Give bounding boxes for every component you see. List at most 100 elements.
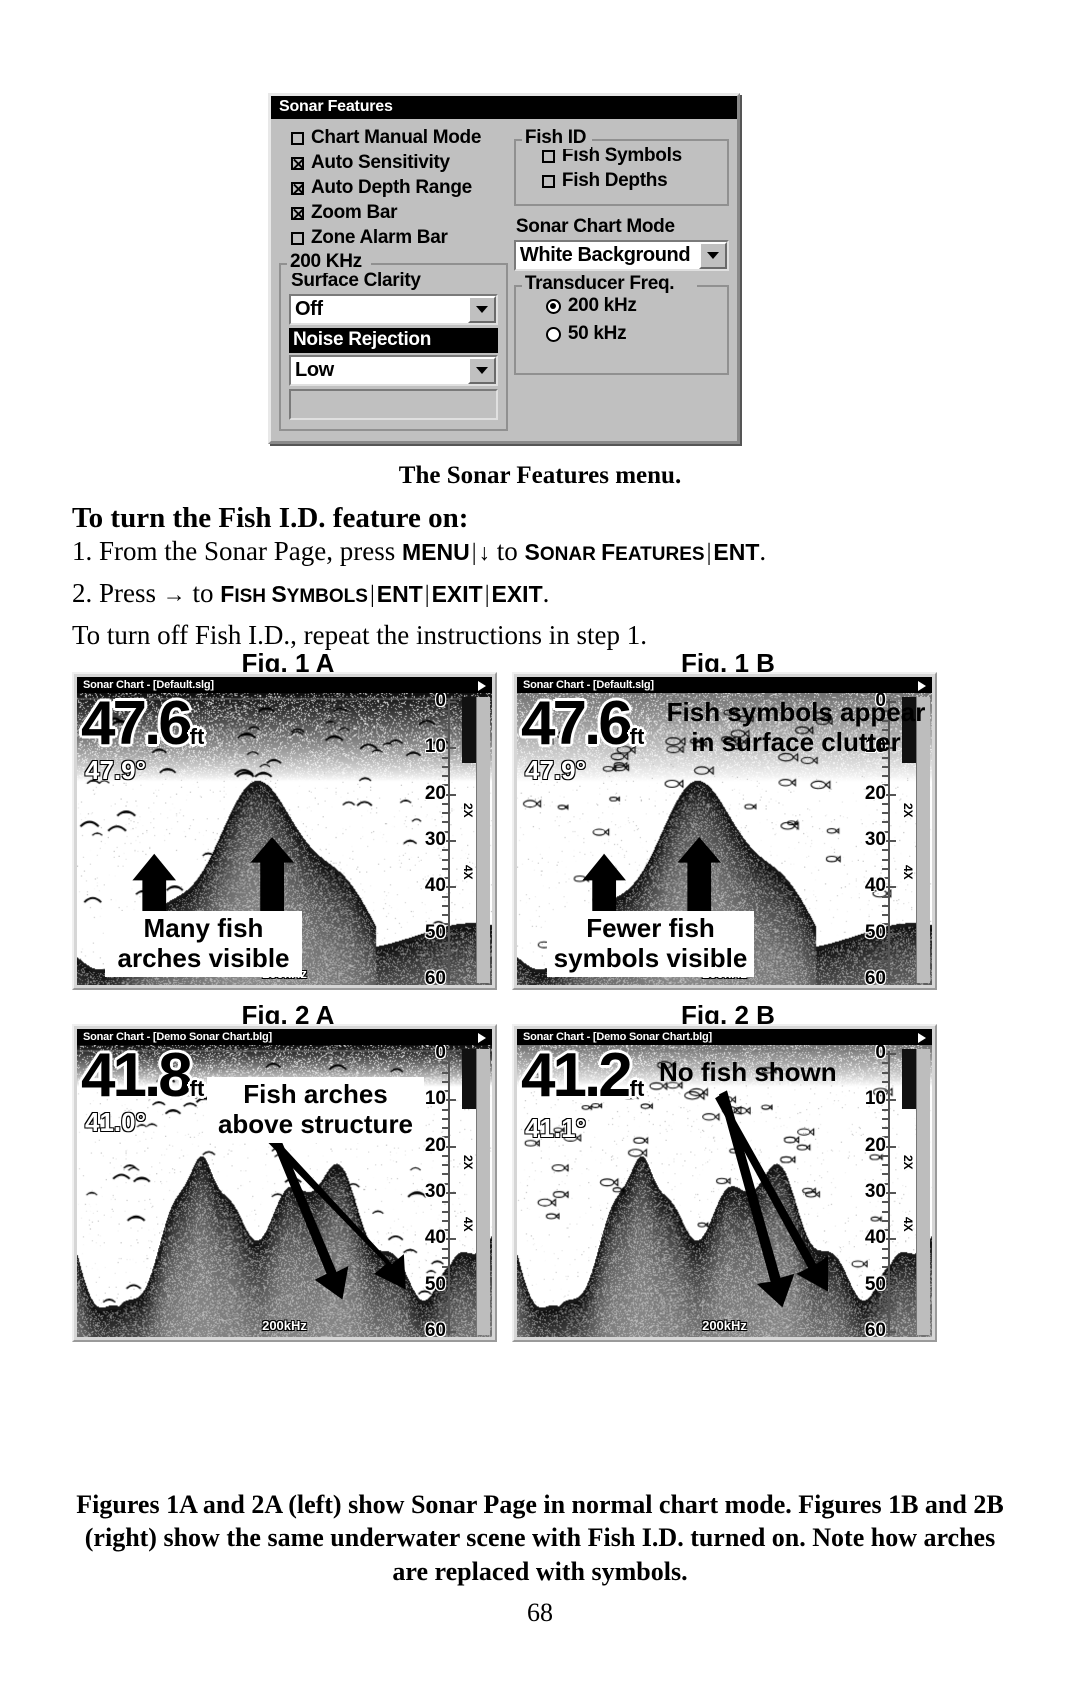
zoom-bar-dark (462, 1049, 476, 1109)
radio-label: 200 kHz (567, 295, 637, 316)
key-exit: EXIT (491, 581, 543, 607)
menu-fish-symbols: FISH SYMBOLS (220, 581, 368, 607)
surface-clarity-label: Surface Clarity (291, 270, 421, 291)
chevron-down-icon[interactable] (467, 296, 496, 323)
sonar-title-text: Sonar Chart - [Default.slg] (523, 679, 654, 691)
empty-field (289, 389, 498, 420)
checkbox-icon (541, 149, 555, 163)
sonar-titlebar: Sonar Chart - [Default.slg] (517, 677, 932, 693)
callout-line-2: arches visible (117, 942, 290, 973)
surface-clarity-dropdown[interactable]: Off (289, 294, 498, 325)
zoom-label-4x: 4X (461, 1217, 475, 1232)
frequency-readout: 200kHz (262, 1318, 307, 1333)
zoom-label-2x: 2X (461, 1155, 475, 1170)
surface-clarity-value: Off (295, 298, 323, 320)
zoom-bar-grey (476, 697, 490, 983)
sonar-display-1a: Sonar Chart - [Default.slg] 47.6ft 47.9°… (72, 672, 497, 990)
checkbox-zone-alarm-bar[interactable]: Zone Alarm Bar (291, 227, 508, 249)
checkbox-icon (291, 131, 304, 145)
chevron-down-icon[interactable] (699, 242, 727, 269)
separator: | (424, 582, 430, 608)
play-arrow-icon (918, 1033, 926, 1043)
checkbox-checked-icon (291, 156, 304, 170)
temperature-readout: 41.0° (85, 1107, 147, 1137)
chevron-down-icon[interactable] (467, 357, 496, 384)
separator: | (369, 582, 375, 608)
checkbox-label: Auto Depth Range (311, 177, 472, 198)
checkbox-auto-sensitivity[interactable]: Auto Sensitivity (291, 152, 508, 174)
callout-box-2a: Fish arches above structure (207, 1077, 424, 1143)
checkbox-auto-depth-range[interactable]: Auto Depth Range (291, 177, 508, 199)
callout-box-1a: Many fish arches visible (105, 911, 302, 977)
sonar-display-2b: Sonar Chart - [Demo Sonar Chart.blg] 41.… (512, 1024, 937, 1342)
zoom-bar-dark (902, 1049, 916, 1109)
callout-line-1: No fish shown (659, 1057, 837, 1087)
group-fish-id: Fish ID Fish Symbols Fish Depths (513, 127, 729, 206)
callout-line-2: above structure (217, 1108, 414, 1139)
instruction-step-1: 1. From the Sonar Page, press MENU|↓ to … (72, 536, 766, 567)
depth-readout: 41.8ft (81, 1045, 205, 1110)
group-transducer-freq: Transducer Freq. 200 kHz 50 kHz (513, 273, 729, 375)
checkbox-label: Zoom Bar (311, 202, 398, 223)
key-menu: MENU (401, 539, 470, 565)
radio-200-khz[interactable]: 200 kHz (545, 295, 719, 317)
zoom-bar-column: 2X 4X (460, 1045, 490, 1337)
temperature-readout: 47.9° (525, 755, 587, 785)
checkbox-checked-icon (291, 181, 304, 195)
step1-prefix: 1. From the Sonar Page, press (72, 536, 402, 566)
radio-50-khz[interactable]: 50 kHz (545, 323, 719, 345)
sonar-screen: 47.6ft 47.9° 200kHz 0102030405060 2X 4X … (77, 693, 492, 985)
sonar-chart-mode-label: Sonar Chart Mode (515, 216, 675, 237)
zoom-label-2x: 2X (901, 1155, 915, 1170)
checkbox-fish-depths[interactable]: Fish Depths (541, 170, 719, 192)
sonar-titlebar: Sonar Chart - [Demo Sonar Chart.blg] (517, 1029, 932, 1045)
callout-line-1: Fish arches (243, 1079, 388, 1109)
instruction-step-2: 2. Press → to FISH SYMBOLS|ENT|EXIT|EXIT… (72, 578, 549, 609)
sonar-features-dialog: Sonar Features Chart Manual Mode Auto Se… (268, 93, 740, 444)
sonar-titlebar: Sonar Chart - [Default.slg] (77, 677, 492, 693)
group-title: 200 KHz (288, 251, 367, 273)
sonar-title-text: Sonar Chart - [Demo Sonar Chart.blg] (523, 1031, 712, 1043)
dialog-figure-caption: The Sonar Features menu. (398, 462, 682, 489)
group-title: Transducer Freq. (522, 273, 680, 295)
callout-line-1: Fish symbols appear (666, 697, 926, 727)
checkbox-icon (291, 231, 304, 245)
noise-rejection-value: Low (295, 359, 334, 381)
group-200-khz: 200 KHz Surface Clarity Off Noise Reject… (279, 251, 508, 431)
step1-mid: to (490, 536, 525, 566)
depth-readout: 47.6ft (521, 693, 645, 758)
dialog-title: Sonar Features (271, 96, 737, 119)
depth-readout: 41.2ft (521, 1045, 645, 1110)
zoom-bar-grey (916, 1049, 930, 1335)
temperature-readout: 41.1° (525, 1113, 587, 1143)
dialog-body: Chart Manual Mode Auto Sensitivity Auto … (271, 119, 737, 441)
noise-rejection-label[interactable]: Noise Rejection (289, 328, 498, 353)
zoom-label-2x: 2X (461, 803, 475, 818)
figures-caption: Figures 1A and 2A (left) show Sonar Page… (76, 1490, 1004, 1586)
group-rule (370, 263, 506, 265)
callout-line-2: symbols visible (553, 942, 748, 973)
noise-rejection-dropdown[interactable]: Low (289, 355, 498, 386)
checkbox-zoom-bar[interactable]: Zoom Bar (291, 202, 508, 224)
sonar-screen: 41.8ft 41.0° 200kHz 0 10 20 30 40 50 60 2X 4X … (77, 1045, 492, 1337)
play-arrow-icon (478, 681, 486, 691)
callout-no-fish: No fish shown (653, 1055, 875, 1091)
group-rule (697, 285, 727, 287)
menu-sonar-features: SONAR FEATURES (524, 539, 705, 565)
checkbox-chart-manual-mode[interactable]: Chart Manual Mode (291, 127, 508, 149)
step2-end: . (542, 578, 550, 608)
sonar-display-2a: Sonar Chart - [Demo Sonar Chart.blg] 41.… (72, 1024, 497, 1342)
zoom-bar-dark (462, 697, 476, 763)
dialog-left-column: Chart Manual Mode Auto Sensitivity Auto … (279, 125, 508, 431)
sonar-title-text: Sonar Chart - [Default.slg] (83, 679, 214, 691)
dialog-frame: Sonar Features Chart Manual Mode Auto Se… (268, 93, 740, 444)
callout-line-2: in surface clutter (691, 726, 901, 757)
sonar-chart-mode-dropdown[interactable]: White Background (513, 240, 729, 271)
separator: | (484, 582, 490, 608)
step2-prefix: 2. Press (72, 578, 163, 608)
key-ent: ENT (376, 581, 423, 607)
zoom-bar-column: 2X 4X (900, 1045, 930, 1337)
zoom-label-4x: 4X (901, 865, 915, 880)
page-number: 68 (527, 1598, 553, 1627)
instruction-step-3: To turn off Fish I.D., repeat the instru… (72, 620, 648, 650)
